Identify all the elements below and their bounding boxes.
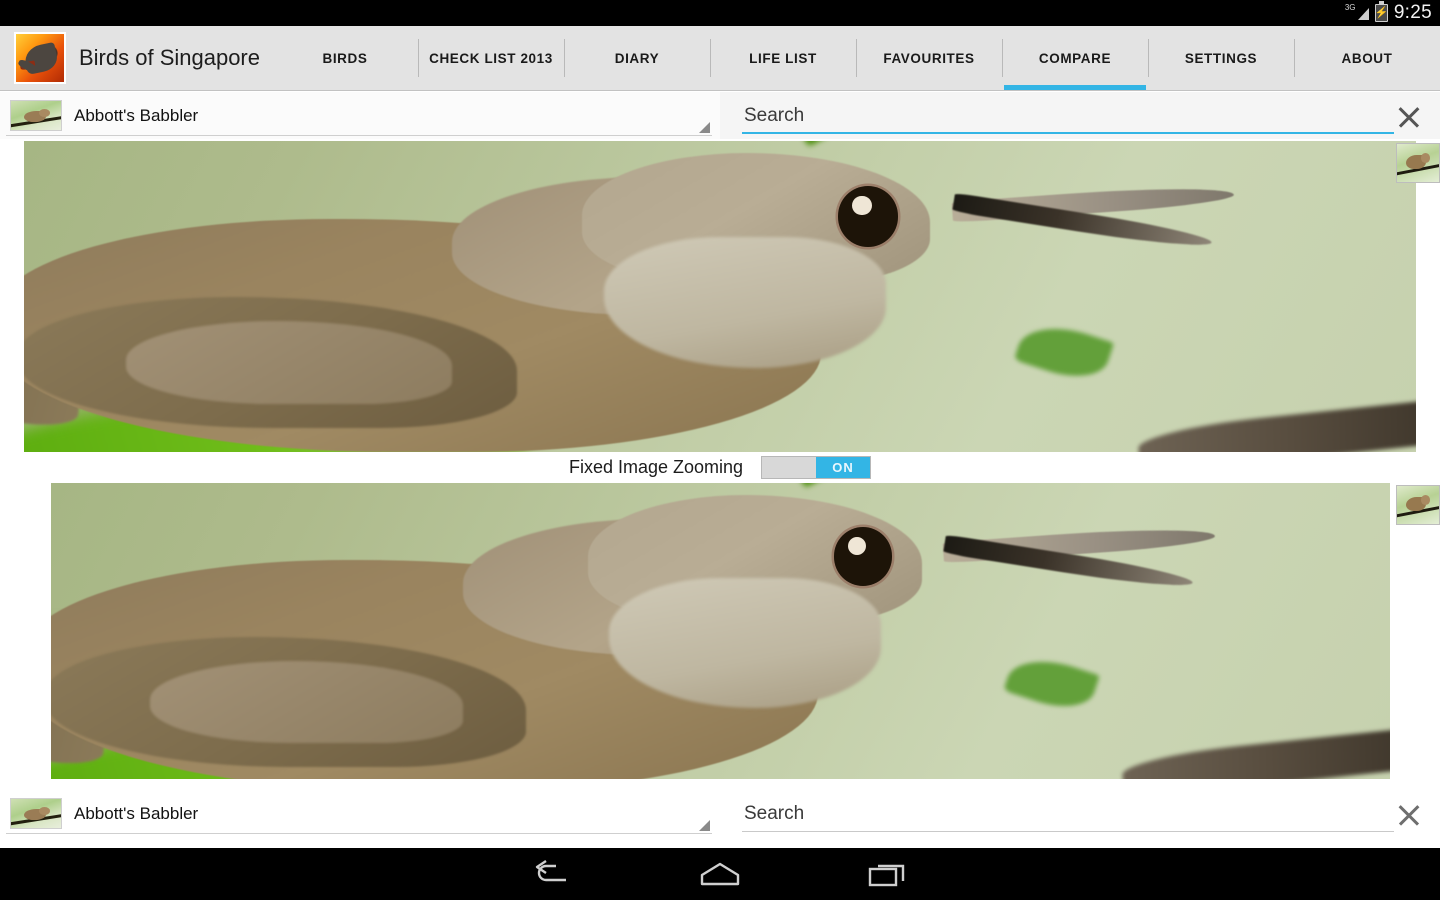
top-bird-image[interactable] <box>24 141 1416 452</box>
tab-compare[interactable]: COMPARE <box>1002 26 1148 90</box>
status-bar-clock: 9:25 <box>1393 2 1432 23</box>
signal-3g-icon: 3G <box>1345 4 1369 22</box>
top-search-input[interactable]: Search <box>744 105 1392 127</box>
bottom-search-close-icon[interactable] <box>1392 797 1426 831</box>
app-brand[interactable]: Birds of Singapore <box>0 26 272 90</box>
tab-label: ABOUT <box>1341 50 1393 66</box>
spinner-underline <box>6 833 712 834</box>
fixed-image-zooming-label: Fixed Image Zooming <box>568 457 744 477</box>
bottom-species-selector-row: Abbott's Babbler Search <box>0 790 1440 837</box>
bottom-search-box[interactable]: Search <box>720 790 1440 837</box>
tab-settings[interactable]: SETTINGS <box>1148 26 1294 90</box>
bottom-species-name: Abbott's Babbler <box>74 803 199 823</box>
tab-label: LIFE LIST <box>749 50 817 66</box>
active-tab-indicator <box>1004 85 1146 90</box>
bottom-species-spinner[interactable]: Abbott's Babbler <box>0 790 720 837</box>
spinner-underline <box>6 135 712 136</box>
spinner-caret-icon <box>699 122 710 133</box>
top-search-box[interactable]: Search <box>720 92 1440 139</box>
top-species-spinner[interactable]: Abbott's Babbler <box>0 92 720 139</box>
tab-bar: BIRDS CHECK LIST 2013 DIARY LIFE LIST FA… <box>272 26 1440 90</box>
app-screen: 3G ⚡ 9:25 Birds of Singapore BIRDS CHECK… <box>0 0 1440 900</box>
action-bar: Birds of Singapore BIRDS CHECK LIST 2013… <box>0 26 1440 91</box>
tab-diary[interactable]: DIARY <box>564 26 710 90</box>
bottom-bird-image[interactable] <box>51 483 1390 779</box>
signal-network-label: 3G <box>1344 3 1356 12</box>
battery-bolt: ⚡ <box>1374 6 1389 19</box>
recent-apps-icon[interactable] <box>859 854 917 894</box>
fixed-image-zooming-row: Fixed Image Zooming ON <box>0 452 1440 483</box>
tab-check-list-2013[interactable]: CHECK LIST 2013 <box>418 26 564 90</box>
signal-bars <box>1357 8 1369 20</box>
tab-about[interactable]: ABOUT <box>1294 26 1440 90</box>
tab-favourites[interactable]: FAVOURITES <box>856 26 1002 90</box>
app-title: Birds of Singapore <box>79 45 260 70</box>
bottom-search-input[interactable]: Search <box>744 803 1392 825</box>
tab-label: CHECK LIST 2013 <box>429 50 553 66</box>
tab-label: DIARY <box>614 50 660 66</box>
tab-label: FAVOURITES <box>883 50 975 66</box>
top-species-selector-row: Abbott's Babbler Search <box>0 92 1440 139</box>
spinner-caret-icon <box>699 820 710 831</box>
bottom-image-corner-thumbnail[interactable] <box>1396 485 1440 525</box>
battery-charging-icon: ⚡ <box>1374 1 1389 22</box>
tab-birds[interactable]: BIRDS <box>272 26 418 90</box>
fixed-image-zooming-toggle[interactable]: ON <box>761 456 872 479</box>
toggle-knob <box>762 457 817 478</box>
bird-thumbnail-icon <box>10 798 62 829</box>
status-bar: 3G ⚡ 9:25 <box>0 0 1440 26</box>
toggle-state-label: ON <box>832 460 854 475</box>
top-search-underline <box>742 132 1394 134</box>
top-image-corner-thumbnail[interactable] <box>1396 143 1440 183</box>
tab-label: SETTINGS <box>1184 50 1258 66</box>
toggle-on-track: ON <box>816 457 871 478</box>
bottom-search-underline <box>742 831 1394 832</box>
back-arrow-icon[interactable] <box>523 854 581 894</box>
tab-label: BIRDS <box>322 50 368 66</box>
home-icon[interactable] <box>691 854 749 894</box>
top-species-name: Abbott's Babbler <box>74 105 199 125</box>
bird-thumbnail-icon <box>10 100 62 131</box>
tab-label: COMPARE <box>1038 50 1112 66</box>
top-search-close-icon[interactable] <box>1392 99 1426 133</box>
tab-life-list[interactable]: LIFE LIST <box>710 26 856 90</box>
system-navigation-bar <box>0 848 1440 900</box>
app-logo-bird-icon <box>14 32 66 84</box>
